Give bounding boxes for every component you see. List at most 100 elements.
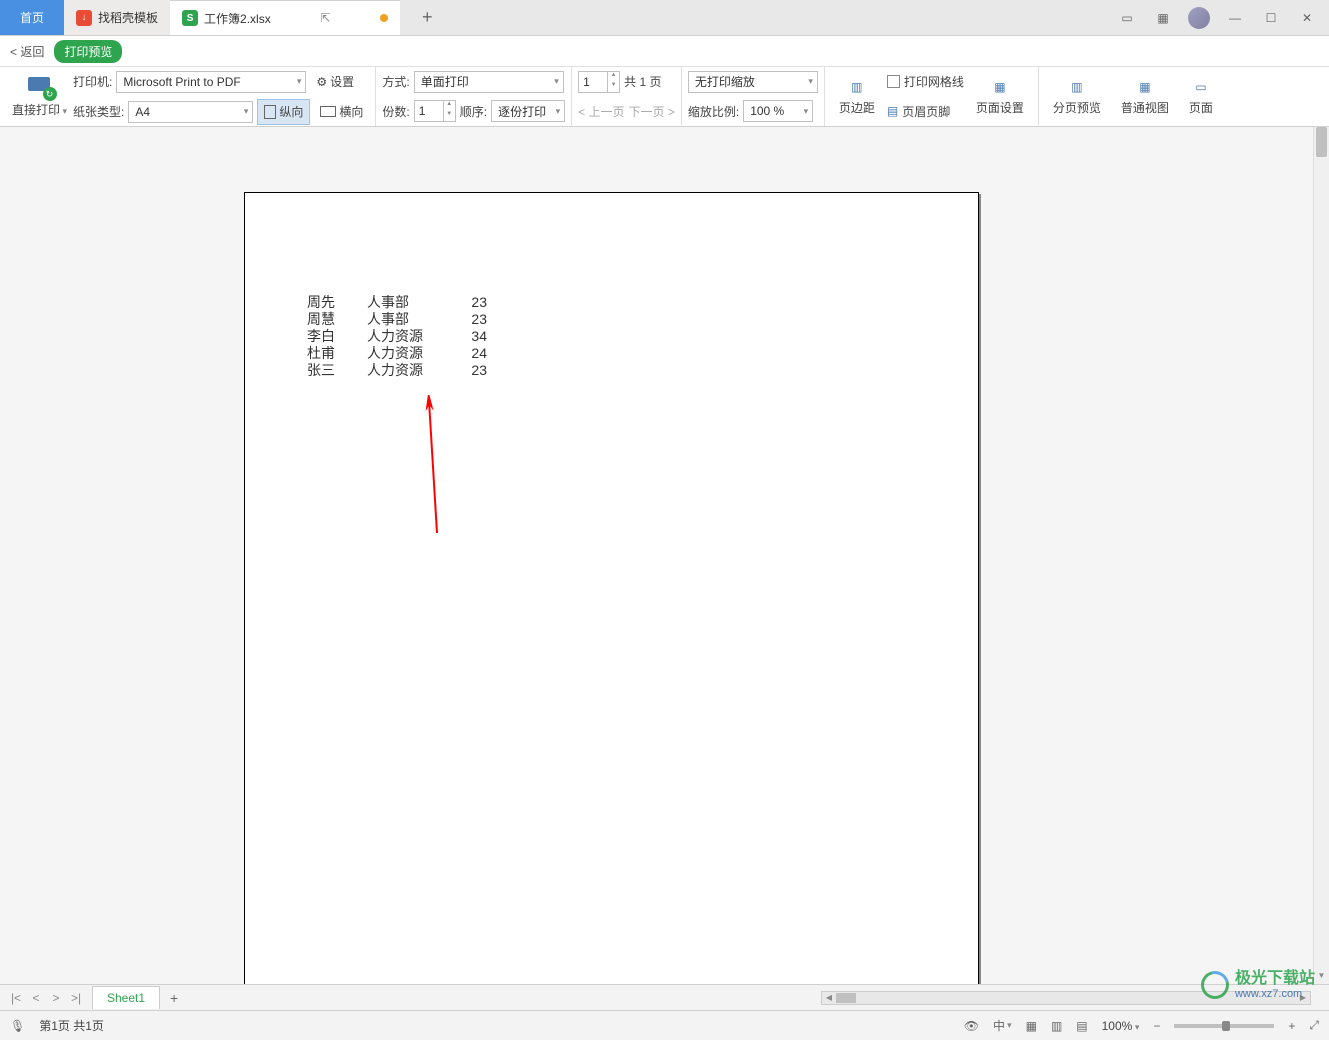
user-avatar[interactable]: [1185, 4, 1213, 32]
scroll-left-icon[interactable]: ◀: [822, 993, 836, 1002]
headerfooter-button[interactable]: 页眉页脚: [902, 103, 950, 120]
status-bar: 🎙 第1页 共1页 👁 中 ▦ ▥ ▤ 100% − + ⤢: [0, 1010, 1329, 1040]
titlebar: 首页 ↓ 找稻壳模板 S 工作簿2.xlsx ⇱ + ▭ ▦ — ☐ ✕: [0, 0, 1329, 36]
sub-header: 返回 打印预览: [0, 36, 1329, 67]
sheet-first-button[interactable]: |<: [6, 991, 26, 1005]
margins-button[interactable]: ▥页边距: [831, 69, 883, 124]
table-row: 张三人力资源23: [307, 361, 487, 378]
settings-button[interactable]: ⚙设置: [310, 69, 360, 95]
hscroll-thumb[interactable]: [836, 993, 856, 1003]
voice-icon[interactable]: 🎙: [10, 1019, 25, 1033]
view-page-icon[interactable]: ▥: [1051, 1019, 1062, 1033]
minimize-button[interactable]: —: [1221, 4, 1249, 32]
maximize-button[interactable]: ☐: [1257, 4, 1285, 32]
fullscreen-icon[interactable]: ⤢: [1309, 1018, 1319, 1033]
printer-select[interactable]: Microsoft Print to PDF: [116, 71, 306, 93]
zoom-slider[interactable]: [1174, 1024, 1274, 1028]
sheet-bar: |< < > >| Sheet1 + ◀ ▶: [0, 984, 1329, 1010]
order-select[interactable]: 逐份打印: [491, 100, 565, 122]
next-page-button[interactable]: 下一页 >: [628, 103, 674, 120]
layout-grid-icon[interactable]: ▦: [1149, 4, 1177, 32]
table-row: 周慧人事部23: [307, 310, 487, 327]
watermark: 极光下载站 www.xz7.com: [1201, 970, 1315, 1000]
printer-label: 打印机:: [73, 73, 112, 90]
margins-icon: ▥: [847, 77, 867, 97]
scroll-down-icon[interactable]: ▼: [1314, 968, 1329, 984]
sheet-tab[interactable]: Sheet1: [92, 986, 160, 1009]
portrait-button[interactable]: 纵向: [257, 99, 310, 125]
plus-icon: +: [412, 7, 443, 28]
paper-select[interactable]: A4: [128, 101, 253, 123]
group-view: ▥分页预览 ▦普通视图 ▭页面: [1039, 67, 1227, 126]
gridlines-checkbox[interactable]: [887, 75, 900, 88]
page-icon: ▭: [1191, 77, 1211, 97]
page-info-label: 第1页 共1页: [39, 1017, 104, 1034]
add-tab[interactable]: +: [400, 0, 455, 35]
copies-label: 份数:: [382, 103, 409, 120]
grid-icon: ▦: [1135, 77, 1155, 97]
view-break-icon[interactable]: ▤: [1076, 1019, 1087, 1033]
table-row: 杜甫人力资源24: [307, 344, 487, 361]
sheet-prev-button[interactable]: <: [26, 991, 46, 1005]
landscape-icon: [320, 106, 336, 117]
page-preview: 周先人事部23 周慧人事部23 李白人力资源34 杜甫人力资源24 张三人力资源…: [244, 192, 979, 984]
headerfooter-icon: ▤: [887, 104, 898, 118]
tab-home[interactable]: 首页: [0, 0, 64, 35]
page-total-label: 共 1 页: [624, 73, 661, 90]
scroll-thumb[interactable]: [1316, 127, 1327, 157]
annotation-arrow: [423, 395, 443, 535]
window-controls: ▭ ▦ — ☐ ✕: [1113, 0, 1329, 35]
eye-icon[interactable]: 👁: [964, 1019, 979, 1033]
group-layout: ▥页边距 打印网格线 ▤页眉页脚 ▦页面设置: [825, 67, 1039, 126]
print-preview-badge: 打印预览: [54, 40, 122, 63]
page-view-button[interactable]: ▭页面: [1181, 69, 1221, 124]
order-label: 顺序:: [460, 103, 487, 120]
xlsx-icon: S: [182, 10, 198, 26]
layout1-icon[interactable]: ▭: [1113, 4, 1141, 32]
table-row: 李白人力资源34: [307, 327, 487, 344]
pagesetup-icon: ▦: [990, 77, 1010, 97]
ratio-select[interactable]: 100 %: [743, 100, 813, 122]
group-pagenav: 1▲▼ 共 1 页 < 上一页 下一页 >: [572, 67, 682, 126]
table-row: 周先人事部23: [307, 293, 487, 310]
watermark-logo-icon: [1196, 966, 1234, 1004]
share-icon[interactable]: ⇱: [320, 11, 330, 25]
sheet-last-button[interactable]: >|: [66, 991, 86, 1005]
sheet-next-button[interactable]: >: [46, 991, 66, 1005]
gear-icon: ⚙: [316, 75, 327, 89]
prev-page-button[interactable]: < 上一页: [578, 103, 624, 120]
group-print: 直接打印 打印机: Microsoft Print to PDF ⚙设置 纸张类…: [6, 67, 376, 126]
normal-view-button[interactable]: ▦普通视图: [1113, 69, 1177, 124]
data-table: 周先人事部23 周慧人事部23 李白人力资源34 杜甫人力资源24 张三人力资源…: [307, 293, 487, 378]
group-scale: 无打印缩放 缩放比例: 100 %: [682, 67, 825, 126]
toolbar: 直接打印 打印机: Microsoft Print to PDF ⚙设置 纸张类…: [0, 67, 1329, 127]
template-icon: ↓: [76, 10, 92, 26]
paper-label: 纸张类型:: [73, 103, 124, 120]
unsaved-dot: [380, 14, 388, 22]
page-input[interactable]: 1▲▼: [578, 71, 620, 93]
back-button[interactable]: 返回: [10, 43, 44, 60]
direct-print-button[interactable]: 直接打印: [12, 75, 67, 118]
sheet-nav: |< < > >|: [0, 991, 92, 1005]
ime-button[interactable]: 中: [993, 1017, 1012, 1034]
zoom-value[interactable]: 100%: [1102, 1019, 1140, 1033]
ratio-label: 缩放比例:: [688, 103, 739, 120]
copies-input[interactable]: 1▲▼: [414, 100, 456, 122]
tab-template[interactable]: ↓ 找稻壳模板: [64, 0, 170, 35]
mode-select[interactable]: 单面打印: [414, 71, 564, 93]
zoom-in-button[interactable]: +: [1288, 1019, 1295, 1033]
scale-select[interactable]: 无打印缩放: [688, 71, 818, 93]
landscape-button[interactable]: 横向: [314, 99, 369, 125]
pagebreak-icon: ▥: [1067, 77, 1087, 97]
add-sheet-button[interactable]: +: [160, 990, 188, 1006]
tab-document[interactable]: S 工作簿2.xlsx ⇱: [170, 0, 400, 35]
zoom-out-button[interactable]: −: [1153, 1019, 1160, 1033]
pagesetup-button[interactable]: ▦页面设置: [968, 69, 1032, 124]
group-mode: 方式: 单面打印 份数: 1▲▼ 顺序: 逐份打印: [376, 67, 572, 126]
mode-label: 方式:: [382, 73, 409, 90]
portrait-icon: [264, 105, 276, 119]
close-button[interactable]: ✕: [1293, 4, 1321, 32]
pagebreak-button[interactable]: ▥分页预览: [1045, 69, 1109, 124]
view-normal-icon[interactable]: ▦: [1026, 1019, 1037, 1033]
vertical-scrollbar[interactable]: ▲ ▼: [1313, 127, 1329, 984]
